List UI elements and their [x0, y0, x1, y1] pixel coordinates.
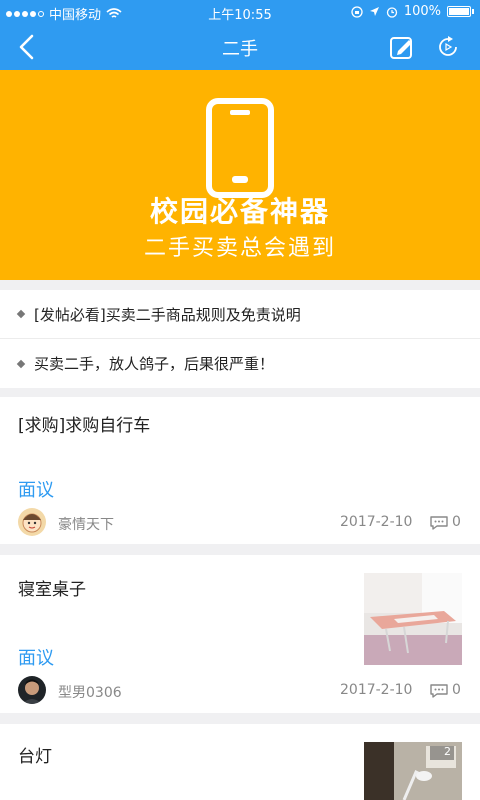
notice-item[interactable]: 买卖二手，放人鸽子，后果很严重！ [0, 339, 480, 388]
post-price: 面议 [18, 648, 54, 669]
notice-item[interactable]: [发帖必看]买卖二手商品规则及免责说明 [0, 290, 480, 339]
smartphone-icon [206, 98, 274, 198]
post-title: 台灯 [18, 747, 52, 767]
banner-subtitle: 二手买卖总会遇到 [143, 236, 336, 261]
promo-banner[interactable]: 校园必备神器 二手买卖总会遇到 [0, 70, 480, 280]
user-photo-avatar [18, 676, 46, 704]
post-card[interactable]: 寝室桌子 面议 型男0306 2017-2-10 0 [0, 555, 480, 713]
post-card[interactable]: [求购]求购自行车 面议 豪情天下 2017-2-10 0 [0, 397, 480, 544]
battery-percent: 100% [403, 4, 441, 19]
rotation-lock-icon [351, 5, 363, 18]
notice-text: [发帖必看]买卖二手商品规则及免责说明 [34, 305, 301, 324]
banner-title: 校园必备神器 [149, 195, 330, 228]
post-title: 寝室桌子 [18, 580, 86, 600]
bullet-icon [16, 309, 26, 319]
comment-icon [430, 684, 448, 698]
status-right: 100% [351, 4, 474, 19]
alarm-icon [386, 6, 397, 18]
battery-tip [472, 9, 474, 14]
cartoon-avatar-icon [18, 508, 46, 536]
desk-photo [364, 573, 462, 665]
bullet-icon [16, 359, 26, 368]
nav-bar: 二手 [0, 24, 480, 70]
post-date: 2017-2-10 [340, 514, 413, 530]
status-bar: 中国移动 上午10:55 100% [0, 0, 480, 24]
post-date: 2017-2-10 [340, 682, 413, 698]
notice-list: [发帖必看]买卖二手商品规则及免责说明 买卖二手，放人鸽子，后果很严重！ [0, 290, 480, 388]
post-author[interactable]: 型男0306 [58, 682, 122, 702]
notice-text: 买卖二手，放人鸽子，后果很严重！ [34, 355, 275, 373]
comment-icon [430, 516, 448, 530]
avatar[interactable] [18, 676, 46, 704]
battery-icon [447, 6, 471, 17]
avatar[interactable] [18, 508, 46, 536]
edit-icon[interactable] [388, 33, 416, 61]
post-card[interactable]: 台灯 2 [0, 724, 480, 800]
thumb-count-badge: 2 [444, 745, 451, 758]
refresh-icon[interactable] [434, 33, 462, 61]
post-thumbnail[interactable]: 2 [364, 742, 462, 800]
post-author[interactable]: 豪情天下 [58, 514, 114, 534]
comment-count: 0 [452, 682, 461, 698]
post-price: 面议 [18, 480, 54, 501]
location-icon [369, 7, 379, 16]
post-title: [求购]求购自行车 [18, 416, 151, 436]
comment-count: 0 [452, 514, 461, 530]
post-thumbnail[interactable] [364, 573, 462, 665]
